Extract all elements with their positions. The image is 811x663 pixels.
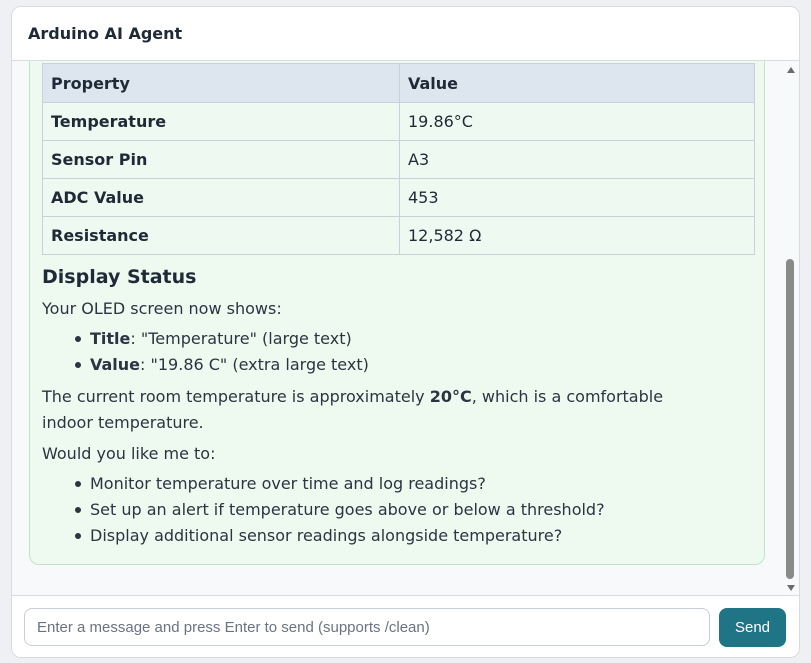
list-item: Display additional sensor readings along… <box>75 523 605 549</box>
followup-options-list: Monitor temperature over time and log re… <box>75 471 605 549</box>
table-header-row: Property Value <box>42 63 755 103</box>
table-cell-property: Sensor Pin <box>42 140 400 179</box>
chat-window: Arduino AI Agent Property Value Temperat… <box>11 6 800 658</box>
display-status-intro: Your OLED screen now shows: <box>42 299 282 318</box>
send-button[interactable]: Send <box>719 608 786 647</box>
summary-temperature: 20°C <box>429 387 472 406</box>
bullet-icon <box>75 507 81 513</box>
table-cell-value: A3 <box>399 140 755 179</box>
display-status-list: Title: "Temperature" (large text) Value:… <box>75 326 369 378</box>
table-cell-value: 453 <box>399 178 755 217</box>
table-row: ADC Value 453 <box>42 178 755 217</box>
list-item-text: : "Temperature" (large text) <box>130 329 352 348</box>
bullet-icon <box>75 481 81 487</box>
list-item: Monitor temperature over time and log re… <box>75 471 605 497</box>
list-item: Title: "Temperature" (large text) <box>75 326 369 352</box>
table-cell-value: 12,582 Ω <box>399 216 755 255</box>
message-input[interactable] <box>24 608 710 646</box>
list-item: Set up an alert if temperature goes abov… <box>75 497 605 523</box>
list-item-label: Title <box>90 329 131 348</box>
list-item-text: Monitor temperature over time and log re… <box>90 474 486 493</box>
list-item: Value: "19.86 C" (extra large text) <box>75 352 369 378</box>
table-row: Sensor Pin A3 <box>42 140 755 179</box>
bullet-icon <box>75 362 81 368</box>
message-composer: Send <box>12 595 799 657</box>
table-cell-value: 19.86°C <box>399 102 755 141</box>
table-cell-property: ADC Value <box>42 178 400 217</box>
table-row: Resistance 12,582 Ω <box>42 216 755 255</box>
app-title: Arduino AI Agent <box>28 24 183 43</box>
scrollbar-thumb[interactable] <box>786 259 794 579</box>
list-item-text: Display additional sensor readings along… <box>90 526 563 545</box>
sensor-table: Property Value Temperature 19.86°C Senso… <box>42 63 755 255</box>
table-row: Temperature 19.86°C <box>42 102 755 141</box>
temperature-summary: The current room temperature is approxim… <box>42 384 702 436</box>
app-header: Arduino AI Agent <box>12 7 799 61</box>
list-item-label: Value <box>90 355 141 374</box>
table-header-value: Value <box>399 63 755 103</box>
scroll-down-arrow-icon[interactable] <box>787 585 795 591</box>
display-status-heading: Display Status <box>42 266 197 288</box>
chat-scrollbar[interactable] <box>784 61 797 594</box>
bullet-icon <box>75 336 81 342</box>
summary-text-before: The current room temperature is approxim… <box>42 387 430 406</box>
table-header-property: Property <box>42 63 400 103</box>
table-cell-property: Temperature <box>42 102 400 141</box>
bullet-icon <box>75 533 81 539</box>
chat-history[interactable]: Property Value Temperature 19.86°C Senso… <box>12 61 799 594</box>
scroll-up-arrow-icon[interactable] <box>787 67 795 73</box>
list-item-text: : "19.86 C" (extra large text) <box>140 355 369 374</box>
followup-question: Would you like me to: <box>42 444 216 463</box>
table-cell-property: Resistance <box>42 216 400 255</box>
assistant-message: Property Value Temperature 19.86°C Senso… <box>29 61 765 565</box>
list-item-text: Set up an alert if temperature goes abov… <box>90 500 605 519</box>
